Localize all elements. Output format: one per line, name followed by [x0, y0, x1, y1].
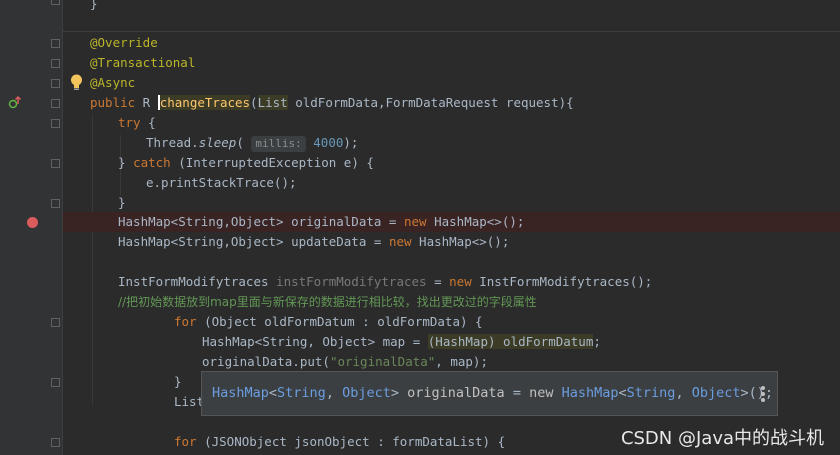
for-loop-json: for (JSONObject jsonObject : formDataLis…	[174, 434, 506, 449]
code-line[interactable]: HashMap<String,Object> updateData = new …	[0, 232, 840, 252]
code-line[interactable]: HashMap<String,Object> originalData = ne…	[0, 212, 840, 232]
watermark: CSDN @Java中的战斗机	[620, 428, 824, 449]
sleep-call: Thread.sleep( millis: 4000);	[146, 135, 359, 152]
more-options-icon[interactable]	[761, 386, 765, 404]
method-signature: public R changeTraces(List oldFormData,F…	[90, 95, 574, 110]
map-cast-statement: HashMap<String, Object> map = (HashMap) …	[202, 334, 601, 349]
code-line[interactable]: HashMap<String, Object> map = (HashMap) …	[0, 332, 840, 352]
breakpoint-icon[interactable]	[27, 217, 38, 228]
code-text: }	[174, 374, 182, 389]
code-line[interactable]: InstFormModifytraces instFormModifytrace…	[0, 272, 840, 292]
fold-marker-icon[interactable]	[51, 378, 60, 387]
code-line[interactable]: @Override	[0, 33, 840, 53]
implements-method-icon[interactable]	[8, 96, 22, 110]
code-line[interactable]: //把初始数据放到map里面与新保存的数据进行相比较，找出更改过的字段属性	[0, 292, 840, 312]
fold-marker-icon[interactable]	[51, 199, 60, 208]
code-line[interactable]: e.printStackTrace();	[0, 173, 840, 193]
put-statement: originalData.put("originalData", map);	[202, 354, 488, 369]
tooltip-signature: HashMap<String, Object> originalData = n…	[212, 385, 773, 401]
fold-marker-icon[interactable]	[51, 79, 60, 88]
code-text: e.printStackTrace();	[146, 175, 297, 190]
lightbulb-icon[interactable]	[70, 74, 83, 91]
inst-form-declaration: InstFormModifytraces instFormModifytrace…	[118, 274, 653, 289]
parameter-hint: millis:	[251, 136, 306, 152]
quick-documentation-popup[interactable]: HashMap<String, Object> originalData = n…	[201, 371, 778, 416]
fold-marker-icon[interactable]	[51, 318, 60, 327]
code-line[interactable]: @Transactional	[0, 53, 840, 73]
fold-marker-icon[interactable]	[51, 99, 60, 108]
code-line[interactable]: originalData.put("originalData", map);	[0, 352, 840, 372]
fold-marker-icon[interactable]	[51, 39, 60, 48]
annotation-override: @Override	[90, 35, 158, 50]
code-line[interactable]: }	[0, 0, 840, 14]
code-text: }	[118, 195, 126, 210]
code-text: List	[174, 394, 205, 409]
fold-marker-icon[interactable]	[51, 438, 60, 447]
catch-statement: } catch (InterruptedException e) {	[118, 155, 374, 170]
for-loop: for (Object oldFormDatum : oldFormData) …	[174, 314, 483, 329]
original-data-declaration: HashMap<String,Object> originalData = ne…	[118, 214, 525, 229]
code-line[interactable]: }	[0, 193, 840, 213]
sleep-millis-value: 4000	[313, 135, 344, 150]
annotation-async: @Async	[90, 75, 136, 90]
fold-marker-icon[interactable]	[51, 0, 60, 5]
code-line[interactable]: @Async	[0, 73, 840, 93]
method-separator	[63, 31, 840, 32]
update-data-declaration: HashMap<String,Object> updateData = new …	[118, 234, 510, 249]
code-line[interactable]: public R changeTraces(List oldFormData,F…	[0, 93, 840, 113]
code-line[interactable]: for (Object oldFormDatum : oldFormData) …	[0, 312, 840, 332]
fold-marker-icon[interactable]	[51, 159, 60, 168]
code-line[interactable]: } catch (InterruptedException e) {	[0, 153, 840, 173]
try-statement: try {	[118, 115, 156, 130]
code-line[interactable]: try {	[0, 113, 840, 133]
annotation-transactional: @Transactional	[90, 55, 196, 70]
code-line[interactable]: Thread.sleep( millis: 4000);	[0, 133, 840, 153]
code-comment: //把初始数据放到map里面与新保存的数据进行相比较，找出更改过的字段属性	[118, 295, 537, 309]
code-text: }	[90, 0, 98, 11]
fold-marker-icon[interactable]	[51, 119, 60, 128]
fold-marker-icon[interactable]	[51, 59, 60, 68]
